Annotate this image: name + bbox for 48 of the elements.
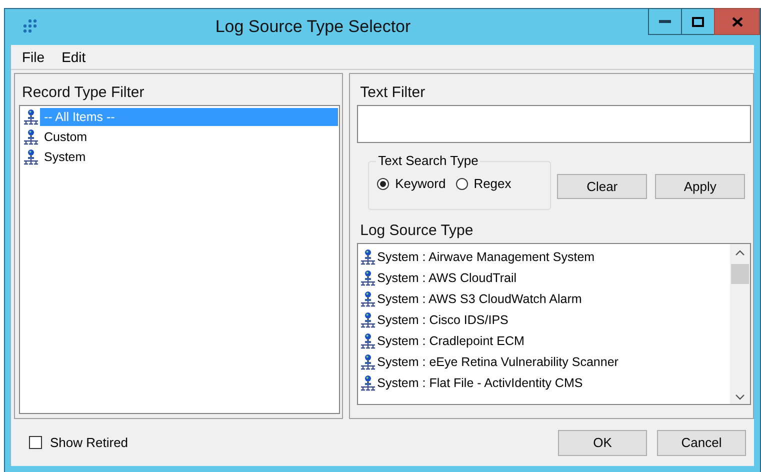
network-icon: [360, 270, 376, 286]
list-item[interactable]: System : AWS S3 CloudWatch Alarm: [377, 292, 582, 306]
panel-title: Record Type Filter: [22, 84, 146, 102]
network-icon: [23, 149, 39, 166]
panel-title: Log Source Type: [360, 222, 474, 240]
window-title: Log Source Type Selector: [214, 16, 412, 37]
network-icon: [360, 374, 376, 391]
close-button[interactable]: [714, 8, 760, 35]
network-icon: [360, 248, 376, 265]
maximize-icon: [692, 16, 704, 26]
group-title: Text Search Type: [376, 153, 480, 168]
radio-label[interactable]: Regex: [474, 176, 512, 192]
list-item[interactable]: System : Flat File - ActivIdentity CMS: [377, 376, 583, 390]
menu-item[interactable]: Edit: [60, 49, 88, 66]
list-item[interactable]: System : AWS CloudTrail: [377, 270, 516, 285]
dialog-button[interactable]: OK: [558, 430, 647, 456]
text-filter-field[interactable]: [357, 105, 751, 144]
menu-item[interactable]: File: [20, 49, 47, 66]
close-icon: [732, 16, 742, 26]
network-icon: [360, 290, 376, 307]
radio-label[interactable]: Keyword: [395, 176, 446, 192]
network-icon: [23, 129, 39, 146]
scroll-down-icon[interactable]: [735, 394, 745, 400]
app-dots-icon: [21, 18, 37, 35]
minimize-icon: [659, 20, 671, 24]
list-item[interactable]: Custom: [40, 128, 92, 146]
dialog-button[interactable]: Cancel: [657, 430, 746, 456]
network-icon: [360, 332, 376, 349]
checkbox-label[interactable]: Show Retired: [50, 435, 128, 450]
maximize-button[interactable]: [681, 8, 715, 35]
radio-button[interactable]: [377, 178, 390, 190]
checkbox[interactable]: [29, 436, 42, 450]
list-item[interactable]: System : Airwave Management System: [377, 250, 595, 264]
scrollbar[interactable]: [730, 244, 750, 404]
filter-button[interactable]: Apply: [655, 174, 746, 200]
scroll-up-icon[interactable]: [735, 250, 745, 256]
network-icon: [23, 109, 39, 126]
network-icon: [360, 354, 376, 370]
minimize-button[interactable]: [648, 8, 682, 35]
panel-title: Text Filter: [360, 84, 426, 102]
list-item[interactable]: System : eEye Retina Vulnerability Scanner: [377, 354, 618, 369]
list-item[interactable]: System : Cradlepoint ECM: [377, 334, 524, 348]
network-icon: [360, 312, 376, 328]
list-item[interactable]: System: [40, 148, 90, 166]
filter-button[interactable]: Clear: [557, 174, 648, 200]
radio-button[interactable]: [456, 178, 468, 190]
list-item[interactable]: System : Cisco IDS/IPS: [377, 312, 508, 327]
scroll-thumb[interactable]: [731, 264, 749, 284]
